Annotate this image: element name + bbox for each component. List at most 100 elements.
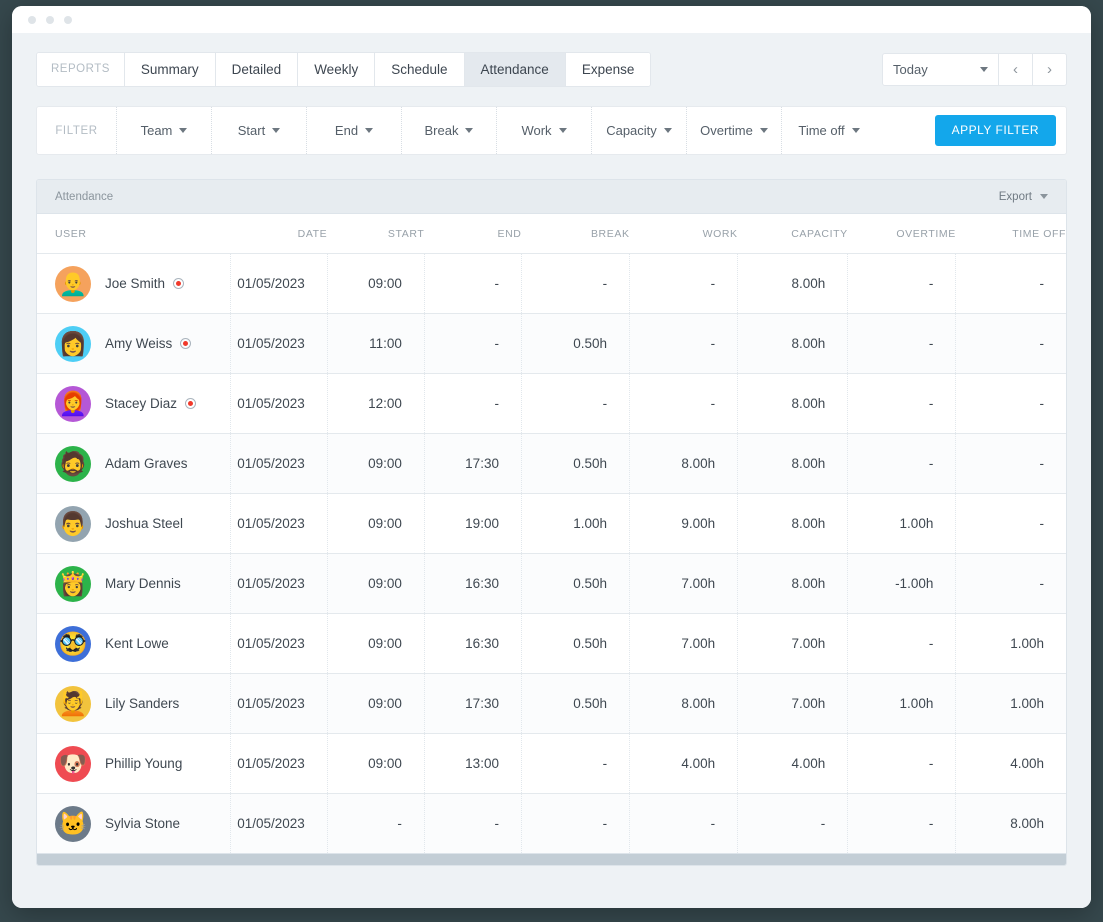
table-row[interactable]: 🧔Adam Graves01/05/202309:0017:300.50h8.0… xyxy=(37,434,1066,494)
cell-capacity: 8.00h xyxy=(738,434,848,494)
avatar-face-icon: 👸 xyxy=(59,573,88,596)
filter-end[interactable]: End xyxy=(307,107,402,154)
cell-start: 09:00 xyxy=(327,674,424,734)
cell-user: 🧔Adam Graves xyxy=(37,434,230,494)
avatar: 💆 xyxy=(55,686,91,722)
cell-start: 11:00 xyxy=(327,314,424,374)
attendance-table-body: 👨‍🦲Joe Smith01/05/202309:00---8.00h--👩Am… xyxy=(37,254,1066,854)
cell-overtime: 1.00h xyxy=(848,674,956,734)
export-menu[interactable]: Export xyxy=(999,191,1048,203)
close-dot-icon[interactable] xyxy=(28,16,36,24)
recording-icon xyxy=(185,398,196,409)
top-bar: REPORTS Summary Detailed Weekly Schedule… xyxy=(36,33,1067,87)
user-name-wrap: Phillip Young xyxy=(105,756,182,771)
attendance-table-head: USER DATE START END BREAK WORK CAPACITY … xyxy=(37,214,1066,254)
filter-work[interactable]: Work xyxy=(497,107,592,154)
cell-break: - xyxy=(521,734,629,794)
cell-break: 0.50h xyxy=(521,554,629,614)
cell-date: 01/05/2023 xyxy=(230,674,327,734)
cell-start: 12:00 xyxy=(327,374,424,434)
cell-end: - xyxy=(424,374,521,434)
table-row[interactable]: 👩Amy Weiss01/05/202311:00-0.50h-8.00h-- xyxy=(37,314,1066,374)
apply-filter-button[interactable]: APPLY FILTER xyxy=(935,115,1056,146)
tab-attendance[interactable]: Attendance xyxy=(465,53,566,86)
table-row[interactable]: 🥸Kent Lowe01/05/202309:0016:300.50h7.00h… xyxy=(37,614,1066,674)
minimize-dot-icon[interactable] xyxy=(46,16,54,24)
filter-capacity-label: Capacity xyxy=(606,123,657,138)
prev-period-button[interactable]: ‹ xyxy=(999,54,1033,85)
cell-work: 8.00h xyxy=(630,434,738,494)
horizontal-scrollbar[interactable] xyxy=(37,853,1066,865)
cell-overtime: -1.00h xyxy=(848,554,956,614)
tab-schedule[interactable]: Schedule xyxy=(375,53,464,86)
cell-start: 09:00 xyxy=(327,434,424,494)
date-range-select[interactable]: Today xyxy=(883,54,999,85)
filter-break[interactable]: Break xyxy=(402,107,497,154)
filter-start[interactable]: Start xyxy=(212,107,307,154)
user-name: Lily Sanders xyxy=(105,696,179,711)
cell-timeoff: 1.00h xyxy=(956,674,1066,734)
filter-team-label: Team xyxy=(141,123,173,138)
table-row[interactable]: 💆Lily Sanders01/05/202309:0017:300.50h8.… xyxy=(37,674,1066,734)
avatar-face-icon: 👨‍🦲 xyxy=(59,273,88,296)
cell-end: - xyxy=(424,794,521,854)
cell-user: 👨Joshua Steel xyxy=(37,494,230,554)
user-name-wrap: Sylvia Stone xyxy=(105,816,180,831)
cell-user: 💆 Lily Sanders xyxy=(37,674,230,734)
cell-break: - xyxy=(521,254,629,314)
cell-timeoff: - xyxy=(956,554,1066,614)
table-row[interactable]: 🐱Sylvia Stone01/05/2023------8.00h xyxy=(37,794,1066,854)
table-row[interactable]: 👨Joshua Steel01/05/202309:0019:001.00h9.… xyxy=(37,494,1066,554)
cell-work: - xyxy=(630,254,738,314)
cell-timeoff: - xyxy=(956,314,1066,374)
table-row[interactable]: 👨‍🦲Joe Smith01/05/202309:00---8.00h-- xyxy=(37,254,1066,314)
cell-date: 01/05/2023 xyxy=(230,494,327,554)
cell-break: 0.50h xyxy=(521,674,629,734)
column-header-timeoff: TIME OFF xyxy=(956,214,1066,254)
app-window: REPORTS Summary Detailed Weekly Schedule… xyxy=(12,6,1091,908)
table-row[interactable]: 👩‍🦰Stacey Diaz01/05/202312:00---8.00h-- xyxy=(37,374,1066,434)
chevron-down-icon xyxy=(272,128,280,133)
cell-start: 09:00 xyxy=(327,494,424,554)
table-row[interactable]: 👸Mary Dennis01/05/202309:0016:300.50h7.0… xyxy=(37,554,1066,614)
cell-work: 7.00h xyxy=(630,614,738,674)
filter-capacity[interactable]: Capacity xyxy=(592,107,687,154)
tab-expense[interactable]: Expense xyxy=(566,53,651,86)
cell-end: 16:30 xyxy=(424,554,521,614)
tab-summary[interactable]: Summary xyxy=(125,53,216,86)
user-name-wrap: Joe Smith xyxy=(105,276,184,291)
filter-timeoff[interactable]: Time off xyxy=(782,107,876,154)
cell-user: 👩‍🦰Stacey Diaz xyxy=(37,374,230,434)
filter-bar: FILTER Team Start End Break Work xyxy=(36,106,1067,155)
table-row[interactable]: 🐶Phillip Young01/05/202309:0013:00-4.00h… xyxy=(37,734,1066,794)
cell-capacity: 8.00h xyxy=(738,554,848,614)
user-name-wrap: Lily Sanders xyxy=(105,696,179,711)
cell-start: - xyxy=(327,794,424,854)
cell-user: 🐶 Phillip Young xyxy=(37,734,230,794)
tab-detailed[interactable]: Detailed xyxy=(216,53,299,86)
tab-weekly[interactable]: Weekly xyxy=(298,53,375,86)
filter-team[interactable]: Team xyxy=(117,107,212,154)
maximize-dot-icon[interactable] xyxy=(64,16,72,24)
filter-overtime[interactable]: Overtime xyxy=(687,107,782,154)
avatar-face-icon: 🐶 xyxy=(59,753,88,776)
avatar: 🐶 xyxy=(55,746,91,782)
cell-work: 8.00h xyxy=(630,674,738,734)
next-period-button[interactable]: › xyxy=(1033,54,1066,85)
user-cell: 🧔Adam Graves xyxy=(55,446,230,482)
cell-timeoff: - xyxy=(956,254,1066,314)
user-cell: 💆 Lily Sanders xyxy=(55,686,230,722)
cell-capacity: 7.00h xyxy=(738,614,848,674)
filter-start-label: Start xyxy=(238,123,265,138)
user-name: Stacey Diaz xyxy=(105,396,177,411)
attendance-card-header: Attendance Export xyxy=(37,180,1066,214)
avatar: 🧔 xyxy=(55,446,91,482)
cell-overtime: - xyxy=(848,374,956,434)
cell-date: 01/05/2023 xyxy=(230,734,327,794)
cell-capacity: 8.00h xyxy=(738,314,848,374)
date-navigation: Today ‹ › xyxy=(882,53,1067,86)
column-header-date: DATE xyxy=(230,214,327,254)
filter-timeoff-label: Time off xyxy=(798,123,844,138)
avatar: 🥸 xyxy=(55,626,91,662)
cell-overtime: - xyxy=(848,734,956,794)
